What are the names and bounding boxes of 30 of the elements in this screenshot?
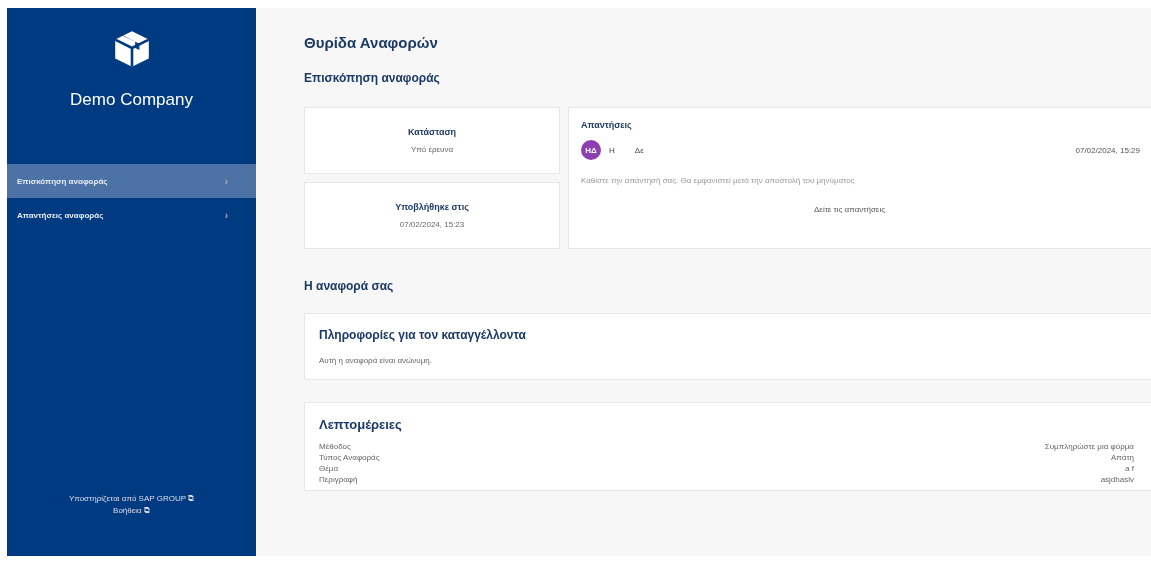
submitted-label: Υποβλήθηκε στις xyxy=(395,202,469,212)
recipient: Δε xyxy=(634,145,644,155)
nav-item[interactable]: Επισκόπηση αναφοράς › xyxy=(7,164,256,198)
footer-link[interactable]: Βοήθεια ⧉ xyxy=(113,506,150,516)
company-name: Demo Company xyxy=(70,90,193,110)
status-label: Κατάσταση xyxy=(407,127,457,137)
view-replies-link[interactable]: Δείτε τις απαντήσεις xyxy=(813,205,886,214)
detail-label: Περιγραφή xyxy=(319,475,358,486)
detail-value: asjdhaslv xyxy=(1100,475,1134,486)
reporter-text: Αυτή η αναφορά είναι ανώνυμη. xyxy=(319,356,433,365)
detail-value: Απάτη xyxy=(1111,453,1134,464)
detail-value: a f xyxy=(1125,464,1134,475)
reply-time: 07/02/2024, 15:29 xyxy=(1075,145,1140,155)
section-heading: Η αναφορά σας xyxy=(304,279,395,293)
detail-label: Θέμα xyxy=(319,464,339,475)
detail-label: Μέθοδος xyxy=(319,442,351,453)
page-title: Θυρίδα Αναφορών xyxy=(304,34,439,51)
card-title: Λεπτομέρειες xyxy=(319,417,403,432)
sender: Η xyxy=(609,145,615,155)
submitted-date: 07/02/2024, 15:23 xyxy=(399,220,465,229)
footer-link[interactable]: Υποστηρίζεται από SAP GROUP ⧉ xyxy=(68,494,195,504)
avatar: ΗΔ xyxy=(581,140,601,160)
replies-title: Απαντήσεις xyxy=(581,120,633,130)
reply-preview: Καθίστε την απάντησή σας. Θα εμφανιστεί μετά την αποστολή του μηνύματος xyxy=(581,176,856,185)
status-value: Υπό έρευνα xyxy=(410,145,454,154)
section-heading: Επισκόπηση αναφοράς xyxy=(304,71,441,85)
nav-item[interactable]: Απαντήσεις αναφοράς › xyxy=(7,198,256,232)
detail-label: Τύπος Αναφοράς xyxy=(319,453,380,464)
card-title: Πληροφορίες για τον καταγγέλλοντα xyxy=(319,328,527,342)
detail-value: Συμπληρώστε μια φόρμα xyxy=(1044,442,1134,453)
